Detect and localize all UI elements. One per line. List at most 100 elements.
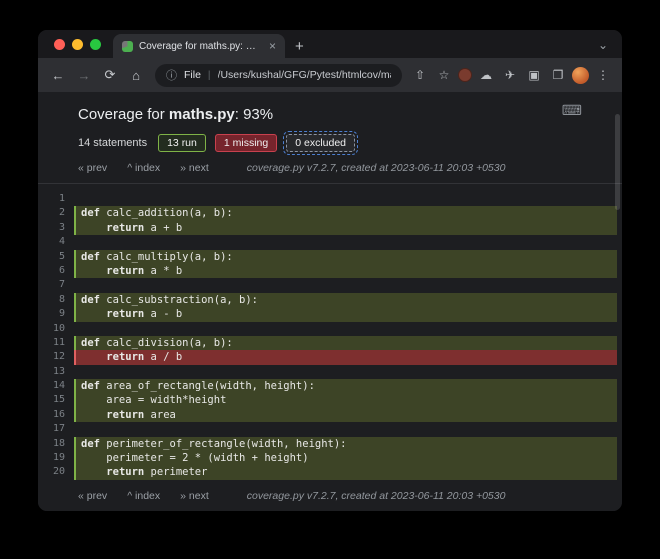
home-icon[interactable]: ⌂	[125, 64, 147, 86]
tab-close-icon[interactable]: ×	[266, 39, 279, 53]
line-code: perimeter = 2 * (width + height)	[74, 451, 617, 465]
line-code	[74, 322, 617, 336]
code-listing: 12def calc_addition(a, b):3 return a + b…	[38, 184, 622, 480]
code-line: 12 return a / b	[38, 350, 622, 364]
new-tab-button[interactable]: +	[285, 38, 314, 58]
extensions-puzzle-icon[interactable]: ▣	[524, 68, 544, 82]
missing-filter-button[interactable]: 1 missing	[215, 134, 277, 152]
code-line: 5def calc_multiply(a, b):	[38, 250, 622, 264]
line-code	[74, 365, 617, 379]
statements-count: 14 statements	[78, 137, 147, 149]
coverage-version-text: coverage.py v7.2.7, created at 2023-06-1…	[247, 490, 506, 502]
prev-link[interactable]: « prev	[78, 490, 107, 502]
line-code	[74, 192, 617, 206]
top-navigation: « prev ^ index » next coverage.py v7.2.7…	[38, 152, 622, 174]
tab-title: Coverage for maths.py: 93%	[139, 41, 260, 52]
desktop-background: Coverage for maths.py: 93% × + ⌄ ← → ⟳ ⌂…	[0, 0, 660, 559]
line-number[interactable]: 10	[38, 322, 74, 336]
statements-summary: 14 statements 13 run 1 missing 0 exclude…	[38, 123, 622, 152]
code-line: 8def calc_substraction(a, b):	[38, 293, 622, 307]
index-link[interactable]: ^ index	[127, 490, 160, 502]
minimize-window-button[interactable]	[72, 39, 83, 50]
keyboard-shortcuts-icon[interactable]: ⌨	[562, 102, 582, 119]
line-number[interactable]: 8	[38, 293, 74, 307]
line-code: def area_of_rectangle(width, height):	[74, 379, 617, 393]
bottom-navigation: « prev ^ index » next coverage.py v7.2.7…	[38, 480, 622, 511]
code-line: 7	[38, 278, 622, 292]
line-number[interactable]: 13	[38, 365, 74, 379]
line-number[interactable]: 15	[38, 393, 74, 407]
side-panel-icon[interactable]: ❐	[548, 68, 568, 82]
line-code: def calc_addition(a, b):	[74, 206, 617, 220]
code-line: 1	[38, 192, 622, 206]
line-code: def calc_multiply(a, b):	[74, 250, 617, 264]
line-number[interactable]: 2	[38, 206, 74, 220]
line-number[interactable]: 1	[38, 192, 74, 206]
bookmark-star-icon[interactable]: ☆	[434, 68, 454, 82]
browser-menu-icon[interactable]: ⋮	[593, 68, 613, 82]
code-line: 15 area = width*height	[38, 393, 622, 407]
code-line: 13	[38, 365, 622, 379]
reload-icon[interactable]: ⟳	[99, 64, 121, 86]
run-filter-button[interactable]: 13 run	[158, 134, 206, 152]
url-path: /Users/kushal/GFG/Pytest/htmlcov/maths_p…	[218, 69, 391, 81]
line-number[interactable]: 14	[38, 379, 74, 393]
code-line: 3 return a + b	[38, 221, 622, 235]
cloud-extension-icon[interactable]: ☁	[476, 68, 496, 82]
line-number[interactable]: 16	[38, 408, 74, 422]
tab-favicon-icon	[122, 41, 133, 52]
line-number[interactable]: 12	[38, 350, 74, 364]
line-code: return a / b	[74, 350, 617, 364]
extension-icon[interactable]	[458, 68, 472, 82]
scrollbar-thumb[interactable]	[615, 114, 620, 210]
code-line: 18def perimeter_of_rectangle(width, heig…	[38, 437, 622, 451]
index-link[interactable]: ^ index	[127, 162, 160, 174]
line-number[interactable]: 20	[38, 465, 74, 479]
code-line: 2def calc_addition(a, b):	[38, 206, 622, 220]
line-code: return perimeter	[74, 465, 617, 479]
line-number[interactable]: 11	[38, 336, 74, 350]
next-link[interactable]: » next	[180, 162, 209, 174]
line-number[interactable]: 18	[38, 437, 74, 451]
line-number[interactable]: 7	[38, 278, 74, 292]
code-line: 20 return perimeter	[38, 465, 622, 479]
line-code: return a + b	[74, 221, 617, 235]
forward-icon[interactable]: →	[73, 64, 95, 86]
pin-extension-icon[interactable]: ✈	[500, 68, 520, 82]
address-bar[interactable]: ⓘ File | /Users/kushal/GFG/Pytest/htmlco…	[155, 64, 402, 87]
line-number[interactable]: 17	[38, 422, 74, 436]
browser-tab[interactable]: Coverage for maths.py: 93% ×	[113, 34, 285, 58]
code-line: 16 return area	[38, 408, 622, 422]
line-code: def perimeter_of_rectangle(width, height…	[74, 437, 617, 451]
window-controls	[38, 30, 113, 58]
back-icon[interactable]: ←	[47, 64, 69, 86]
profile-avatar[interactable]	[572, 67, 589, 84]
line-number[interactable]: 19	[38, 451, 74, 465]
next-link[interactable]: » next	[180, 490, 209, 502]
tab-search-chevron-icon[interactable]: ⌄	[598, 38, 622, 58]
page-title: Coverage for maths.py: 93%	[38, 92, 622, 123]
line-code: def calc_substraction(a, b):	[74, 293, 617, 307]
line-code: return area	[74, 408, 617, 422]
code-line: 17	[38, 422, 622, 436]
page-info-icon[interactable]: ⓘ	[166, 67, 177, 83]
share-icon[interactable]: ⇧	[410, 68, 430, 82]
coverage-report-page: Coverage for maths.py: 93% ⌨ 14 statemen…	[38, 92, 622, 511]
line-number[interactable]: 6	[38, 264, 74, 278]
excluded-filter-button[interactable]: 0 excluded	[286, 134, 355, 152]
code-line: 19 perimeter = 2 * (width + height)	[38, 451, 622, 465]
close-window-button[interactable]	[54, 39, 65, 50]
title-percentage: : 93%	[235, 106, 273, 123]
line-number[interactable]: 5	[38, 250, 74, 264]
prev-link[interactable]: « prev	[78, 162, 107, 174]
fullscreen-window-button[interactable]	[90, 39, 101, 50]
line-number[interactable]: 9	[38, 307, 74, 321]
line-number[interactable]: 4	[38, 235, 74, 249]
line-number[interactable]: 3	[38, 221, 74, 235]
line-code: return a * b	[74, 264, 617, 278]
line-code	[74, 278, 617, 292]
coverage-version-text: coverage.py v7.2.7, created at 2023-06-1…	[247, 162, 506, 174]
code-line: 10	[38, 322, 622, 336]
title-prefix: Coverage for	[78, 106, 169, 123]
code-line: 9 return a - b	[38, 307, 622, 321]
